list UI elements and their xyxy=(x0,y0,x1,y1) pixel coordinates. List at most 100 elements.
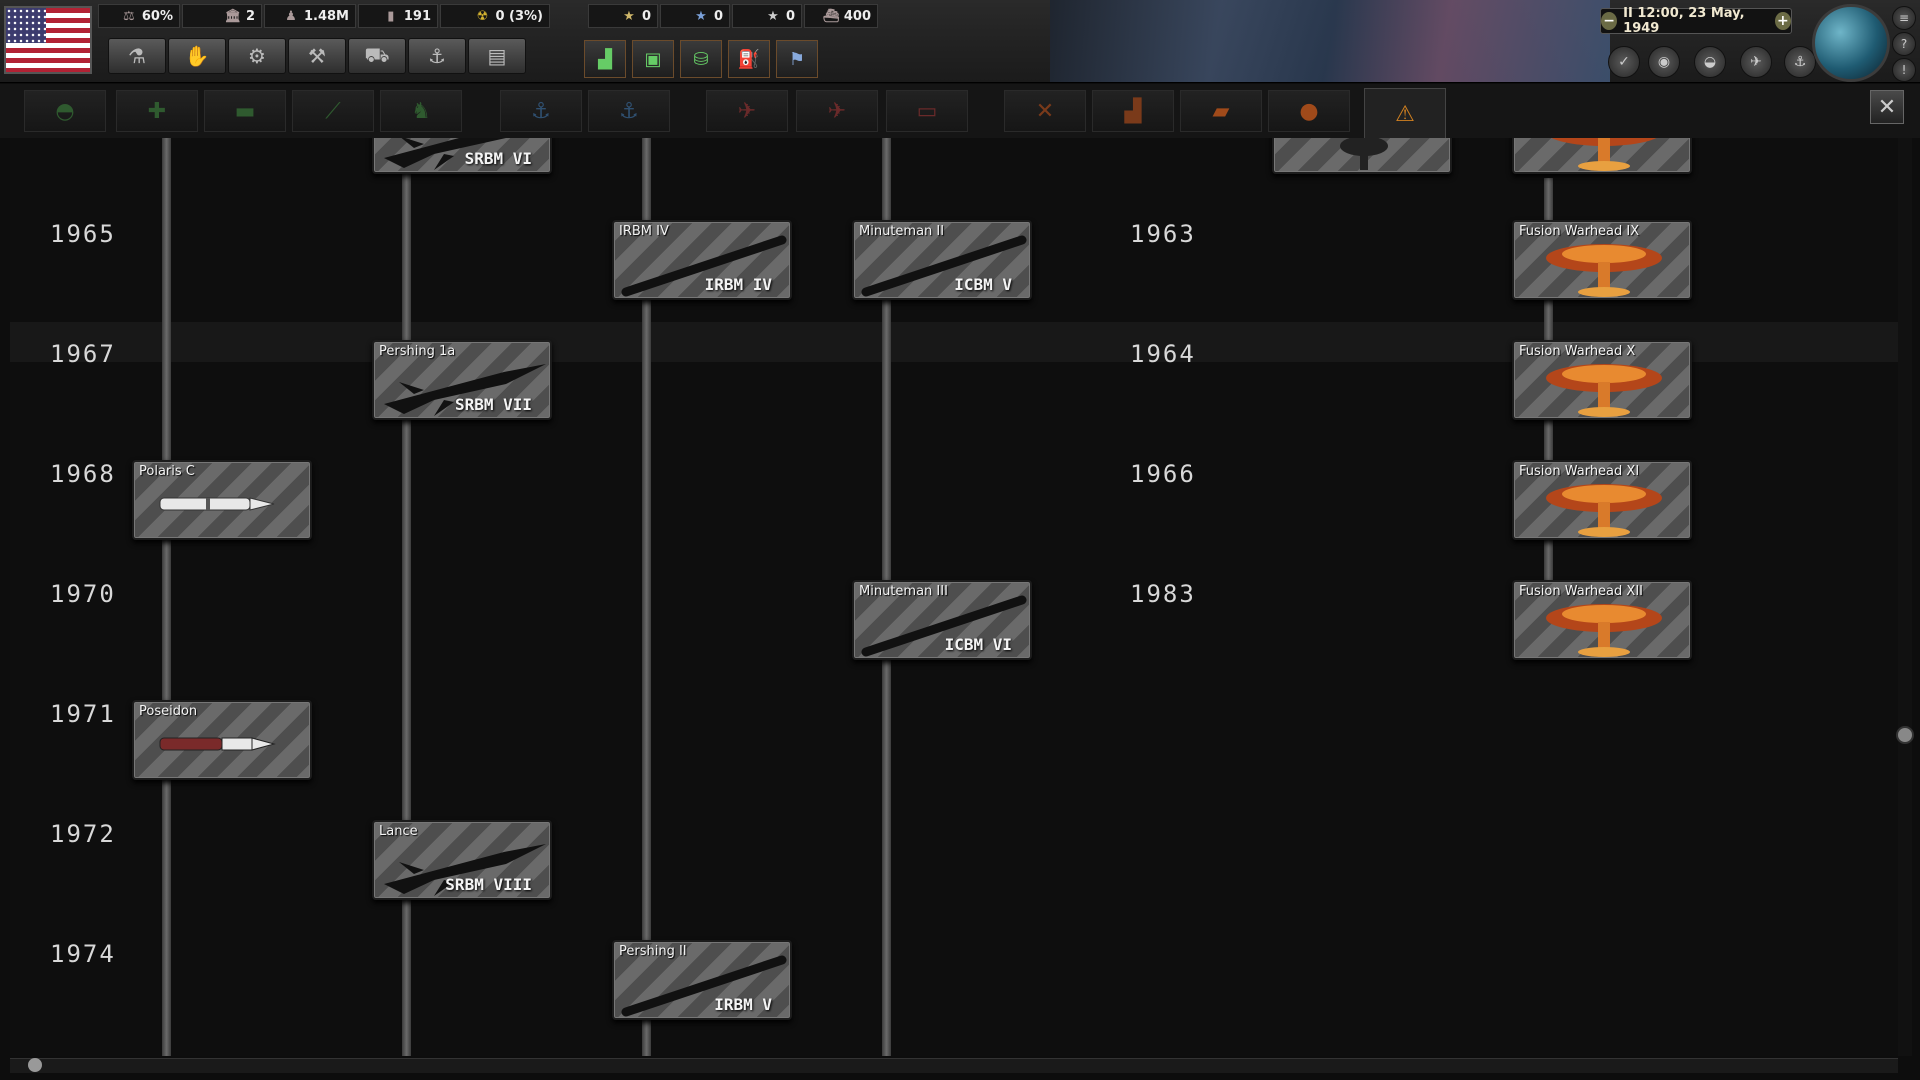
industry-alert-button[interactable]: ▟ xyxy=(584,40,626,78)
trade-button[interactable]: ⚙ xyxy=(228,38,286,74)
tab-land-doctrine[interactable]: ♞ xyxy=(380,90,462,132)
year-label: 1963 xyxy=(1130,220,1196,248)
stability-indicator[interactable]: ⚖ 60% xyxy=(98,4,180,28)
tab-industry[interactable]: ▟ xyxy=(1092,90,1174,132)
manpower-icon: ♟ xyxy=(285,8,297,24)
country-flag[interactable] xyxy=(4,6,92,74)
production-alert-button[interactable]: ⛁ xyxy=(680,40,722,78)
tab-engineering[interactable]: ✕ xyxy=(1004,90,1086,132)
tab-artillery[interactable]: ⟋ xyxy=(292,90,374,132)
vertical-scrollbar[interactable] xyxy=(1898,138,1912,1056)
air-experience[interactable]: ★ 0 xyxy=(732,4,802,28)
tech-card[interactable]: Minuteman III ICBM VI xyxy=(852,580,1032,660)
research-button[interactable]: ⚗ xyxy=(108,38,166,74)
tech-card[interactable]: SRBM VI xyxy=(372,138,552,174)
globe-icon[interactable] xyxy=(1812,4,1890,82)
resource-bar: ⚖ 60% 🏛 2 ♟ 1.48M ▮ 191 ☢ 0 (3%) xyxy=(98,4,550,30)
convoys-indicator[interactable]: ⛴ 400 xyxy=(804,4,878,28)
tab-electronics[interactable]: ▰ xyxy=(1180,90,1262,132)
tech-card[interactable]: Pershing II IRBM V xyxy=(612,940,792,1020)
ideas-alert-icon: ⚑ xyxy=(788,48,806,70)
tech-card[interactable]: Fusion Warhead XII xyxy=(1512,580,1692,660)
ideas-alert-button[interactable]: ⚑ xyxy=(776,40,818,78)
helicopter-icon: ▭ xyxy=(916,98,938,124)
naval-icon: ⚓ xyxy=(531,98,551,124)
menu-button[interactable]: ≡ xyxy=(1892,6,1916,30)
tab-infantry[interactable]: ◓ xyxy=(24,90,106,132)
nuke-small-icon xyxy=(1340,138,1388,170)
tech-card[interactable]: Poseidon xyxy=(132,700,312,780)
factories-indicator[interactable]: ▮ 191 xyxy=(358,4,438,28)
research-alert-icon: ▣ xyxy=(644,48,662,70)
tech-card[interactable]: Polaris C xyxy=(132,460,312,540)
tab-support[interactable]: ✚ xyxy=(116,90,198,132)
diplomacy-button[interactable]: ✋ xyxy=(168,38,226,74)
air-icon: ✈ xyxy=(737,98,757,124)
tech-card[interactable]: Fusion Warhead XI xyxy=(1512,460,1692,540)
nukes-indicator[interactable]: ☢ 0 (3%) xyxy=(440,4,550,28)
tab-nuclear[interactable]: ● xyxy=(1268,90,1350,132)
fuel-alert-button[interactable]: ⛽ xyxy=(728,40,770,78)
speed-up-button[interactable]: + xyxy=(1774,12,1791,30)
stability-icon: ⚖ xyxy=(123,8,135,24)
naval-doctrine-icon: ⚓ xyxy=(619,98,639,124)
tab-naval[interactable]: ⚓ xyxy=(500,90,582,132)
electronics-icon: ▰ xyxy=(1212,98,1230,124)
tech-card[interactable]: IRBM IV IRBM IV xyxy=(612,220,792,300)
decisions-button[interactable]: ✓ xyxy=(1608,46,1640,78)
logistics-button[interactable]: ▤ xyxy=(468,38,526,74)
info-button[interactable]: ! xyxy=(1892,58,1916,82)
horizontal-scroll-thumb[interactable] xyxy=(28,1058,42,1072)
tree-line xyxy=(162,138,171,1056)
production-button[interactable]: ⚒ xyxy=(288,38,346,74)
navy-experience[interactable]: ★ 0 xyxy=(660,4,730,28)
tech-card[interactable]: Lance SRBM VIII xyxy=(372,820,552,900)
tab-missiles[interactable]: ⚠ xyxy=(1364,88,1446,140)
menu-icon: ≡ xyxy=(1898,11,1910,25)
air-overview-button[interactable]: ✈ xyxy=(1740,46,1772,78)
tech-card[interactable] xyxy=(1272,138,1452,174)
navy-button[interactable]: ⚓ xyxy=(408,38,466,74)
industry-icon: ▟ xyxy=(1124,98,1142,124)
tech-card[interactable]: Pershing 1a SRBM VII xyxy=(372,340,552,420)
top-bar: ⚖ 60% 🏛 2 ♟ 1.48M ▮ 191 ☢ 0 (3%) ★ 0 ★ 0 ★ 0 ⛴ 40… xyxy=(0,0,1920,83)
horizontal-scrollbar[interactable] xyxy=(10,1058,1898,1073)
command-power-bar: ★ 0 ★ 0 ★ 0 ⛴ 400 xyxy=(588,4,878,30)
fuel-alert-icon: ⛽ xyxy=(737,48,761,70)
tab-helicopter[interactable]: ▭ xyxy=(886,90,968,132)
help-button[interactable]: ? xyxy=(1892,32,1916,56)
manpower-indicator[interactable]: ♟ 1.48M xyxy=(264,4,356,28)
intel-button[interactable]: ◉ xyxy=(1648,46,1680,78)
year-label: 1972 xyxy=(50,820,116,848)
star-icon: ★ xyxy=(695,8,707,24)
info-icon: ! xyxy=(1901,63,1907,77)
research-icon: ⚗ xyxy=(128,44,146,68)
tab-air-doctrine[interactable]: ✈ xyxy=(796,90,878,132)
trade-icon: ⚙ xyxy=(248,44,266,68)
army-overview-button[interactable]: ◒ xyxy=(1694,46,1726,78)
army-experience[interactable]: ★ 0 xyxy=(588,4,658,28)
research-alert-button[interactable]: ▣ xyxy=(632,40,674,78)
year-label: 1967 xyxy=(50,340,116,368)
army-button[interactable]: ⛟ xyxy=(348,38,406,74)
year-label: 1966 xyxy=(1130,460,1196,488)
tab-air[interactable]: ✈ xyxy=(706,90,788,132)
missile-tree-icon: ⚠ xyxy=(1395,101,1415,127)
close-button[interactable]: ✕ xyxy=(1870,90,1904,124)
industry-alert-icon: ▟ xyxy=(598,48,612,70)
vertical-scroll-thumb[interactable] xyxy=(1896,726,1914,744)
tree-line xyxy=(402,138,411,1056)
tech-card[interactable]: Minuteman II ICBM V xyxy=(852,220,1032,300)
navy-overview-button[interactable]: ⚓ xyxy=(1784,46,1816,78)
year-label: 1974 xyxy=(50,940,116,968)
tech-card[interactable]: Fusion Warhead IX xyxy=(1512,220,1692,300)
production-alert-icon: ⛁ xyxy=(693,48,709,70)
political-power-indicator[interactable]: 🏛 2 xyxy=(182,4,262,28)
date-display[interactable]: − II 12:00, 23 May, 1949 + xyxy=(1600,6,1792,36)
tech-card[interactable] xyxy=(1512,138,1692,174)
production-icon: ⚒ xyxy=(308,44,326,68)
slow-down-button[interactable]: − xyxy=(1601,12,1618,30)
tab-naval-doctrine[interactable]: ⚓ xyxy=(588,90,670,132)
tech-card[interactable]: Fusion Warhead X xyxy=(1512,340,1692,420)
tab-armor[interactable]: ▬ xyxy=(204,90,286,132)
